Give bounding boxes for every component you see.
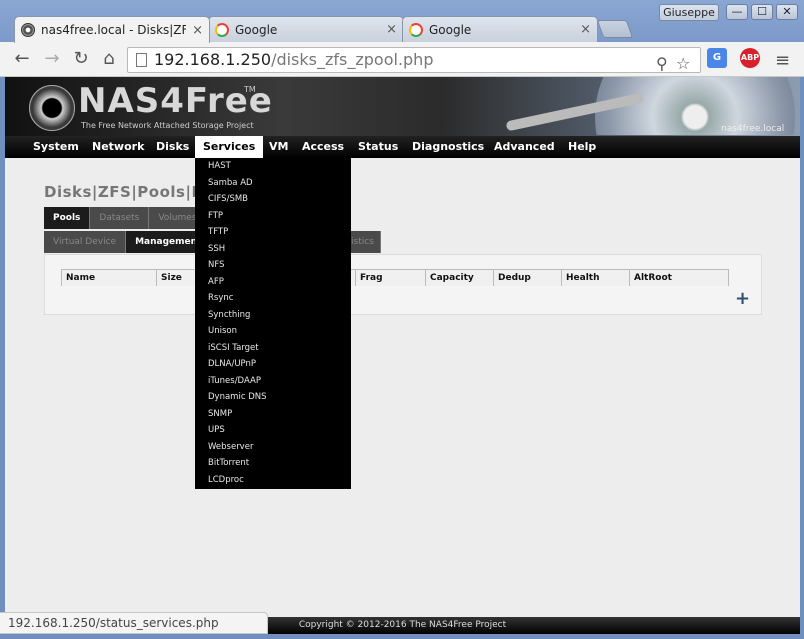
nav-network[interactable]: Network	[84, 136, 152, 158]
back-icon[interactable]: ←	[10, 48, 34, 70]
menu-item-nfs[interactable]: NFS	[195, 257, 351, 274]
menu-item-afp[interactable]: AFP	[195, 274, 351, 291]
browser-toolbar: ← → ↻ ⌂ 192.168.1.250/disks_zfs_zpool.ph…	[0, 42, 804, 77]
url-path: /disks_zfs_zpool.php	[271, 50, 434, 69]
nav-advanced[interactable]: Advanced	[486, 136, 563, 158]
menu-item-cifs-smb[interactable]: CIFS/SMB	[195, 191, 351, 208]
menu-item-rsync[interactable]: Rsync	[195, 290, 351, 307]
nav-status[interactable]: Status	[350, 136, 406, 158]
col-name: Name	[61, 269, 156, 286]
menu-item-tftp[interactable]: TFTP	[195, 224, 351, 241]
web-page: NAS4Free TM The Free Network Attached St…	[5, 77, 800, 634]
link-status-bubble: 192.168.1.250/status_services.php	[0, 612, 268, 634]
page-icon	[136, 53, 147, 67]
address-bar[interactable]: 192.168.1.250/disks_zfs_zpool.php ⚲ ☆	[127, 47, 701, 73]
browser-titlebar: nas4free.local - Disks|ZFS|Pools|Managem…	[0, 0, 804, 43]
nav-disks[interactable]: Disks	[148, 136, 197, 158]
menu-item-hast[interactable]: HAST	[195, 158, 351, 175]
adblock-plus-icon[interactable]: ABP	[740, 48, 760, 68]
pools-table-container: Name Size Frag Capacity Dedup Health Alt…	[44, 254, 762, 315]
menu-item-dlna-upnp[interactable]: DLNA/UPnP	[195, 356, 351, 373]
hostname-label: nas4free.local	[721, 124, 785, 134]
col-dedup: Dedup	[493, 269, 561, 286]
menu-item-webserver[interactable]: Webserver	[195, 439, 351, 456]
logo-tagline: The Free Network Attached Storage Projec…	[81, 121, 254, 130]
col-frag: Frag	[355, 269, 425, 286]
pools-table-header: Name Size Frag Capacity Dedup Health Alt…	[61, 269, 729, 286]
services-dropdown-menu: HAST Samba AD CIFS/SMB FTP TFTP SSH NFS …	[195, 158, 351, 489]
zoom-icon[interactable]: ⚲	[656, 52, 668, 76]
tab-label: nas4free.local - Disks|ZFS|Pools|Managem…	[41, 23, 187, 37]
maximize-button[interactable]: ☐	[751, 4, 773, 20]
tab-label: Google	[235, 22, 278, 37]
tab-close-icon[interactable]: ×	[192, 23, 203, 38]
chrome-menu-icon[interactable]: ≡	[775, 50, 790, 71]
reload-icon[interactable]: ↻	[69, 48, 93, 70]
main-navigation: System Network Disks Services VM Access …	[5, 136, 800, 158]
menu-item-bittorrent[interactable]: BitTorrent	[195, 455, 351, 472]
menu-item-itunes-daap[interactable]: iTunes/DAAP	[195, 373, 351, 390]
nav-vm[interactable]: VM	[261, 136, 296, 158]
home-icon[interactable]: ⌂	[97, 48, 121, 70]
tab-virtual-device[interactable]: Virtual Device	[44, 231, 127, 253]
menu-item-lcdproc[interactable]: LCDproc	[195, 472, 351, 489]
bookmark-star-icon[interactable]: ☆	[676, 52, 690, 76]
tab-close-icon[interactable]: ×	[386, 22, 397, 37]
menu-item-ups[interactable]: UPS	[195, 422, 351, 439]
nav-diagnostics[interactable]: Diagnostics	[404, 136, 492, 158]
tab-close-icon[interactable]: ×	[580, 22, 591, 37]
nas4free-banner: NAS4Free TM The Free Network Attached St…	[5, 77, 800, 136]
menu-item-iscsi-target[interactable]: iSCSI Target	[195, 340, 351, 357]
nav-services[interactable]: Services	[195, 136, 264, 158]
col-altroot: AltRoot	[629, 269, 729, 286]
tab-pools[interactable]: Pools	[44, 207, 91, 229]
menu-item-dynamic-dns[interactable]: Dynamic DNS	[195, 389, 351, 406]
tab-google-1[interactable]: Google ×	[208, 16, 404, 42]
close-window-button[interactable]: ✕	[776, 4, 798, 20]
tab-google-2[interactable]: Google ×	[402, 16, 598, 42]
translate-extension-icon[interactable]: G	[707, 48, 727, 68]
menu-item-ssh[interactable]: SSH	[195, 241, 351, 258]
add-pool-icon[interactable]: +	[735, 288, 750, 309]
nav-system[interactable]: System	[25, 136, 87, 158]
url-host: 192.168.1.250	[154, 50, 272, 69]
logo-trademark: TM	[244, 85, 256, 94]
tab-nas4free[interactable]: nas4free.local - Disks|ZFS|Pools|Managem…	[14, 16, 210, 43]
nav-access[interactable]: Access	[294, 136, 352, 158]
new-tab-button[interactable]	[596, 20, 634, 38]
menu-item-syncthing[interactable]: Syncthing	[195, 307, 351, 324]
menu-item-unison[interactable]: Unison	[195, 323, 351, 340]
nav-help[interactable]: Help	[560, 136, 604, 158]
minimize-button[interactable]: —	[726, 4, 748, 20]
page-title: Disks|ZFS|Pools|Ma	[44, 183, 218, 201]
nas4free-logo-icon	[29, 85, 75, 131]
tab-datasets[interactable]: Datasets	[90, 207, 150, 229]
google-favicon-icon	[409, 22, 423, 37]
nas4free-favicon-icon	[21, 23, 35, 37]
google-favicon-icon	[215, 22, 229, 37]
profile-button[interactable]: Giuseppe	[659, 4, 719, 21]
forward-icon[interactable]: →	[40, 48, 64, 70]
tab-label: Google	[429, 22, 472, 37]
menu-item-snmp[interactable]: SNMP	[195, 406, 351, 423]
menu-item-ftp[interactable]: FTP	[195, 208, 351, 225]
menu-item-samba-ad[interactable]: Samba AD	[195, 175, 351, 192]
col-capacity: Capacity	[425, 269, 493, 286]
tab-row-1: Pools Datasets Volumes	[44, 207, 207, 229]
col-health: Health	[561, 269, 629, 286]
tab-row-2: Virtual Device Management	[44, 231, 212, 253]
